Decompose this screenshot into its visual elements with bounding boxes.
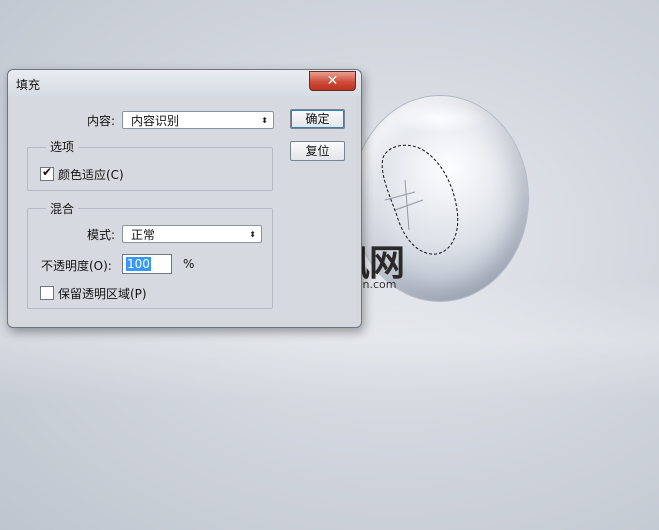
- select-arrows-icon: ⬍: [261, 116, 268, 125]
- select-arrows-icon: ⬍: [249, 230, 256, 239]
- color-adapt-checkbox[interactable]: ✔: [40, 165, 54, 181]
- check-mark-icon: ✔: [42, 165, 53, 179]
- ok-button[interactable]: 确定: [290, 109, 345, 129]
- options-legend: 选项: [46, 138, 79, 155]
- content-label: 内容:: [87, 114, 116, 128]
- fill-dialog: 填充 ✕ 内容: 内容识别 ⬍ 确定 复位 选项 ✔ 颜色适应(C) 混合 模式…: [7, 69, 362, 328]
- preserve-transparency-checkbox[interactable]: [40, 286, 54, 300]
- blend-legend: 混合: [46, 200, 79, 217]
- ok-button-label: 确定: [305, 112, 330, 126]
- mode-select[interactable]: 正常 ⬍: [122, 225, 262, 243]
- opacity-value: 100: [126, 257, 151, 271]
- content-select[interactable]: 内容识别 ⬍: [122, 111, 274, 129]
- dialog-titlebar[interactable]: 填充 ✕: [8, 70, 361, 96]
- opacity-unit: %: [183, 257, 195, 271]
- reset-button[interactable]: 复位: [290, 141, 345, 161]
- dialog-title: 填充: [16, 78, 41, 92]
- opacity-label: 不透明度(O):: [41, 259, 112, 273]
- dialog-body: 内容: 内容识别 ⬍ 确定 复位 选项 ✔ 颜色适应(C) 混合 模式: 正常 …: [11, 96, 356, 321]
- content-select-value: 内容识别: [131, 114, 180, 128]
- close-button[interactable]: ✕: [309, 71, 356, 91]
- opacity-input[interactable]: 100: [122, 254, 172, 274]
- preserve-transparency-label: 保留透明区域(P): [58, 287, 147, 301]
- mode-label: 模式:: [87, 228, 116, 242]
- close-icon: ✕: [326, 73, 339, 89]
- bulb-highlight: [395, 104, 485, 134]
- reset-button-label: 复位: [305, 144, 330, 158]
- color-adapt-label: 颜色适应(C): [58, 168, 124, 182]
- mode-select-value: 正常: [131, 228, 156, 242]
